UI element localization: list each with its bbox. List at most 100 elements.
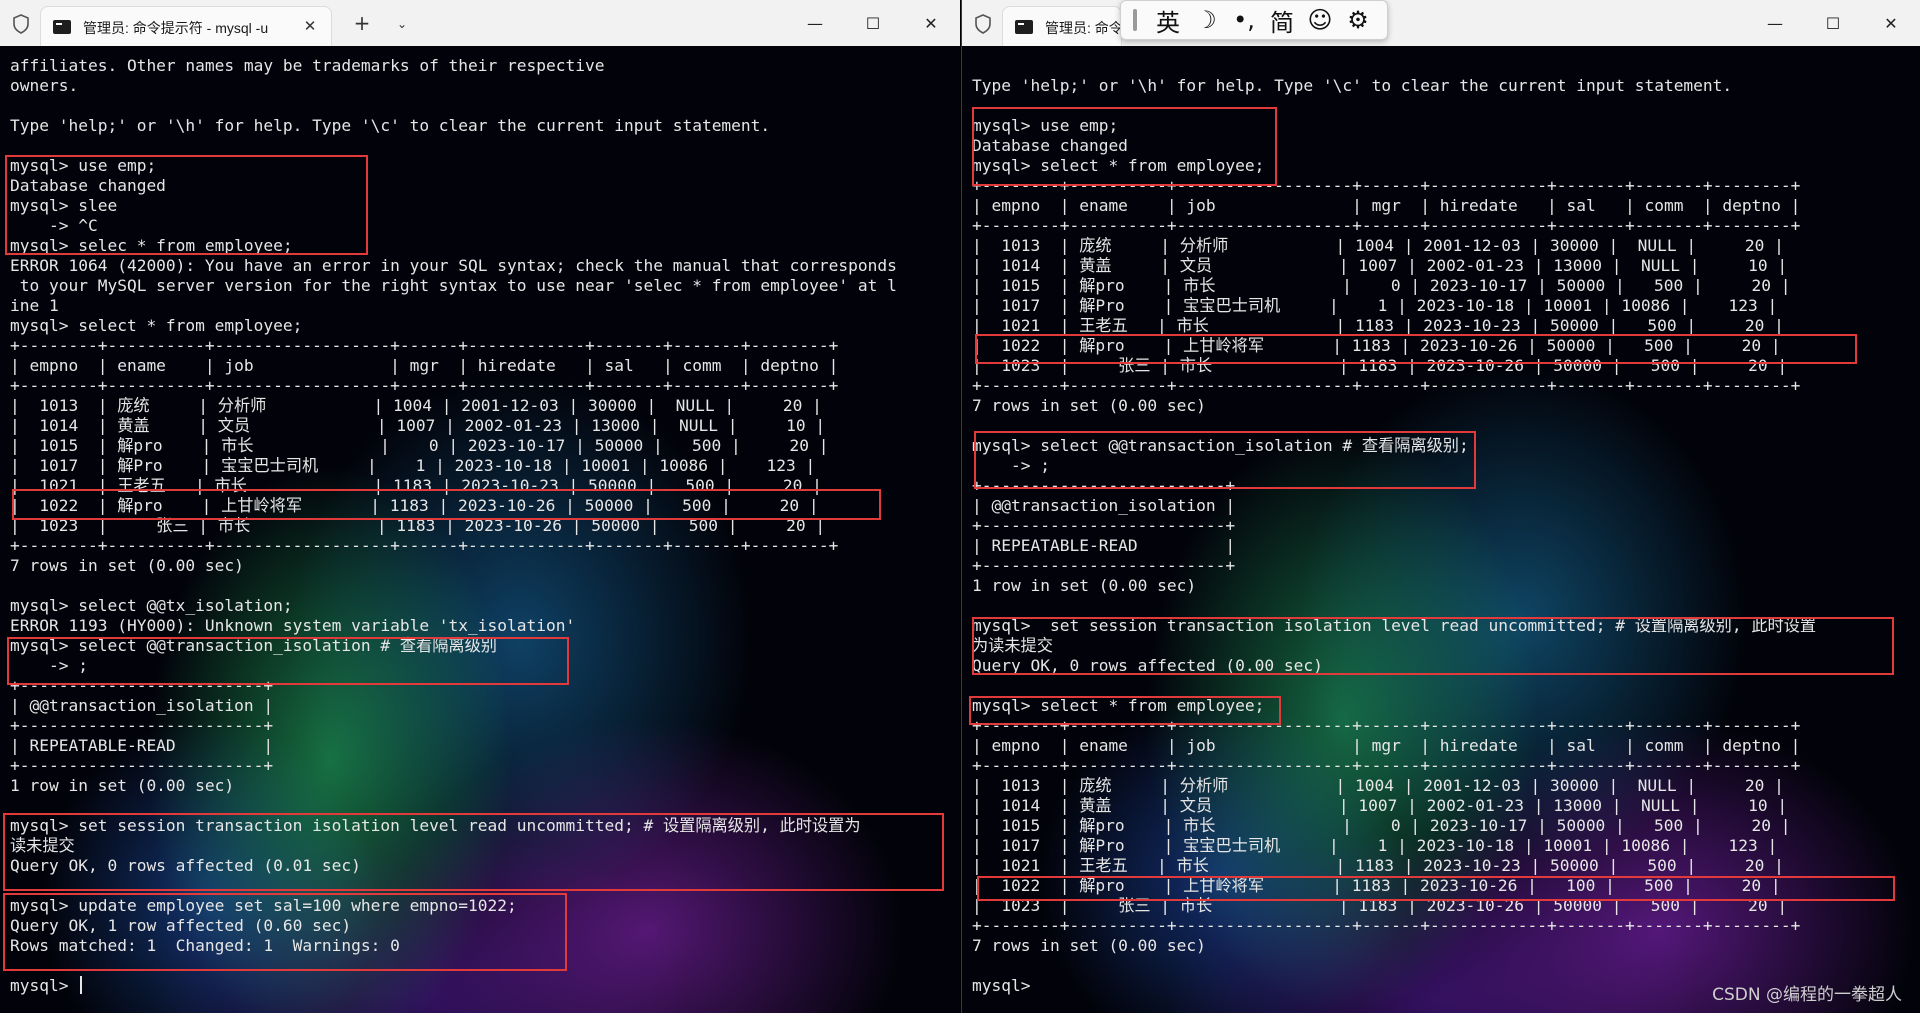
terminal-line: | 1013 | 庞统 | 分析师 | 1004 | 2001-12-03 | … <box>972 236 1784 255</box>
tab-title: 管理员: 命令提示符 - mysql -u <box>83 20 269 36</box>
terminal-line: | 1017 | 解Pro | 宝宝巴士司机 | 1 | 2023-10-18 … <box>972 296 1778 315</box>
close-button[interactable]: ✕ <box>1862 0 1920 46</box>
gear-icon[interactable]: ⚙ <box>1339 4 1377 36</box>
terminal-line: affiliates. Other names may be trademark… <box>10 56 605 75</box>
ime-language-toggle[interactable]: 英 <box>1149 4 1187 37</box>
terminal-line: | REPEATABLE-READ | <box>972 536 1236 555</box>
terminal-line: | 1017 | 解Pro | 宝宝巴士司机 | 1 | 2023-10-18 … <box>972 836 1778 855</box>
terminal-line: mysql> set session transaction isolation… <box>972 616 1817 635</box>
terminal-line: +--------+----------+------------------+… <box>10 536 839 555</box>
terminal-line: owners. <box>10 76 79 95</box>
terminal-line: | empno | ename | job | mgr | hiredate |… <box>972 196 1801 215</box>
terminal-line: mysql> select * from employee; <box>10 316 303 335</box>
terminal-line: +-------------------------+ <box>972 476 1236 495</box>
terminal-line: +-------------------------+ <box>10 756 274 775</box>
minimize-button[interactable]: — <box>786 0 844 46</box>
terminal-line: Database changed <box>10 176 166 195</box>
new-tab-icon[interactable]: + <box>350 11 374 35</box>
terminal-line: | 1023 | 张三 | 市长 | 1183 | 2023-10-26 | 5… <box>972 896 1788 915</box>
terminal-line: Type 'help;' or '\h' for help. Type '\c'… <box>972 76 1733 95</box>
ime-drag-handle[interactable] <box>1133 9 1137 31</box>
terminal-line: | 1015 | 解pro | 市长 | 0 | 2023-10-17 | 50… <box>10 436 829 455</box>
terminal-line: mysql> set session transaction isolation… <box>10 816 861 835</box>
terminal-line: | @@transaction_isolation | <box>10 696 274 715</box>
terminal-line: 7 rows in set (0.00 sec) <box>10 556 244 575</box>
maximize-button[interactable]: ☐ <box>1804 0 1862 46</box>
terminal-line: +--------+----------+------------------+… <box>10 336 839 355</box>
terminal-line: Query OK, 0 rows affected (0.00 sec) <box>972 656 1323 675</box>
close-tab-icon[interactable]: ✕ <box>299 15 321 37</box>
terminal-line: | 1021 | 王老五 | 市长 | 1183 | 2023-10-23 | … <box>10 476 822 495</box>
terminal-line: -> ; <box>10 656 88 675</box>
ime-simplified-toggle[interactable]: 简 <box>1263 4 1301 37</box>
window-controls: — ☐ ✕ <box>786 0 960 46</box>
command-prompt-icon <box>53 20 71 34</box>
moon-icon[interactable]: ☽ <box>1187 4 1225 36</box>
chevron-down-icon[interactable]: ⌄ <box>390 12 414 36</box>
terminal-line: | 1021 | 王老五 | 市长 | 1183 | 2023-10-23 | … <box>972 316 1784 335</box>
terminal-line: | 1022 | 解pro | 上甘岭将军 | 1183 | 2023-10-2… <box>972 336 1781 355</box>
terminal-line: -> ; <box>972 456 1050 475</box>
terminal-line: 1 row in set (0.00 sec) <box>10 776 235 795</box>
terminal-line: mysql> update employee set sal=100 where… <box>10 896 517 915</box>
terminal-line: 7 rows in set (0.00 sec) <box>972 936 1206 955</box>
terminal-line: | 1013 | 庞统 | 分析师 | 1004 | 2001-12-03 | … <box>972 776 1784 795</box>
terminal-line: to your MySQL server version for the rig… <box>10 276 897 295</box>
ime-toolbar: 英 ☽ •, 简 ☺ ⚙ <box>1120 0 1388 40</box>
terminal-line: +--------+----------+------------------+… <box>972 756 1801 775</box>
close-button[interactable]: ✕ <box>902 0 960 46</box>
terminal-line: +--------+----------+------------------+… <box>972 216 1801 235</box>
terminal-output[interactable]: Type 'help;' or '\h' for help. Type '\c'… <box>972 56 1916 1013</box>
terminal-line: | 1014 | 黄盖 | 文员 | 1007 | 2002-01-23 | 1… <box>972 796 1788 815</box>
terminal-line: | 1022 | 解pro | 上甘岭将军 | 1183 | 2023-10-2… <box>972 876 1781 895</box>
maximize-button[interactable]: ☐ <box>844 0 902 46</box>
terminal-line: ine 1 <box>10 296 59 315</box>
terminal-prompt-line: mysql> <box>10 976 956 996</box>
terminal-line: 7 rows in set (0.00 sec) <box>972 396 1206 415</box>
terminal-line: 1 row in set (0.00 sec) <box>972 576 1197 595</box>
terminal-window-right: 管理员: 命令提示符 — ☐ ✕ Type 'help;' or '\h' fo… <box>961 0 1920 1013</box>
terminal-line: 读未提交 <box>10 836 75 855</box>
terminal-line: | 1021 | 王老五 | 市长 | 1183 | 2023-10-23 | … <box>972 856 1784 875</box>
terminal-line: +-------------------------+ <box>972 516 1236 535</box>
terminal-tab[interactable]: 管理员: 命令提示符 - mysql -u ✕ <box>40 6 332 46</box>
terminal-line: mysql> selec * from employee; <box>10 236 293 255</box>
terminal-line: +--------+----------+------------------+… <box>972 716 1801 735</box>
terminal-line: +-------------------------+ <box>972 556 1236 575</box>
terminal-line: mysql> slee <box>10 196 118 215</box>
terminal-line: Query OK, 1 row affected (0.60 sec) <box>10 916 352 935</box>
terminal-window-left: 管理员: 命令提示符 - mysql -u ✕ + ⌄ — ☐ ✕ affili… <box>0 0 960 1013</box>
terminal-line: +--------+----------+------------------+… <box>10 376 839 395</box>
punctuation-icon[interactable]: •, <box>1225 4 1263 36</box>
terminal-output[interactable]: affiliates. Other names may be trademark… <box>10 56 956 1013</box>
text-cursor <box>80 976 83 994</box>
terminal-line: 为读未提交 <box>972 636 1053 655</box>
terminal-line: | 1023 | 张三 | 市长 | 1183 | 2023-10-26 | 5… <box>972 356 1788 375</box>
emoji-icon[interactable]: ☺ <box>1301 4 1339 36</box>
terminal-line: | 1022 | 解pro | 上甘岭将军 | 1183 | 2023-10-2… <box>10 496 819 515</box>
terminal-line: mysql> use emp; <box>10 156 157 175</box>
terminal-line: +--------+----------+------------------+… <box>972 376 1801 395</box>
title-bar: 管理员: 命令提示符 - mysql -u ✕ + ⌄ — ☐ ✕ <box>0 0 960 46</box>
terminal-line: ERROR 1193 (HY000): Unknown system varia… <box>10 616 576 635</box>
tab-title: 管理员: 命令提示符 <box>1045 20 1121 36</box>
minimize-button[interactable]: — <box>1746 0 1804 46</box>
terminal-line: | 1023 | 张三 | 市长 | 1183 | 2023-10-26 | 5… <box>10 516 826 535</box>
terminal-line: | 1014 | 黄盖 | 文员 | 1007 | 2002-01-23 | 1… <box>972 256 1788 275</box>
terminal-line: mysql> select @@transaction_isolation # … <box>972 436 1469 455</box>
terminal-line: mysql> select * from employee; <box>972 156 1265 175</box>
terminal-line: | REPEATABLE-READ | <box>10 736 274 755</box>
shield-icon <box>975 14 991 34</box>
terminal-tab[interactable]: 管理员: 命令提示符 <box>1002 6 1122 46</box>
